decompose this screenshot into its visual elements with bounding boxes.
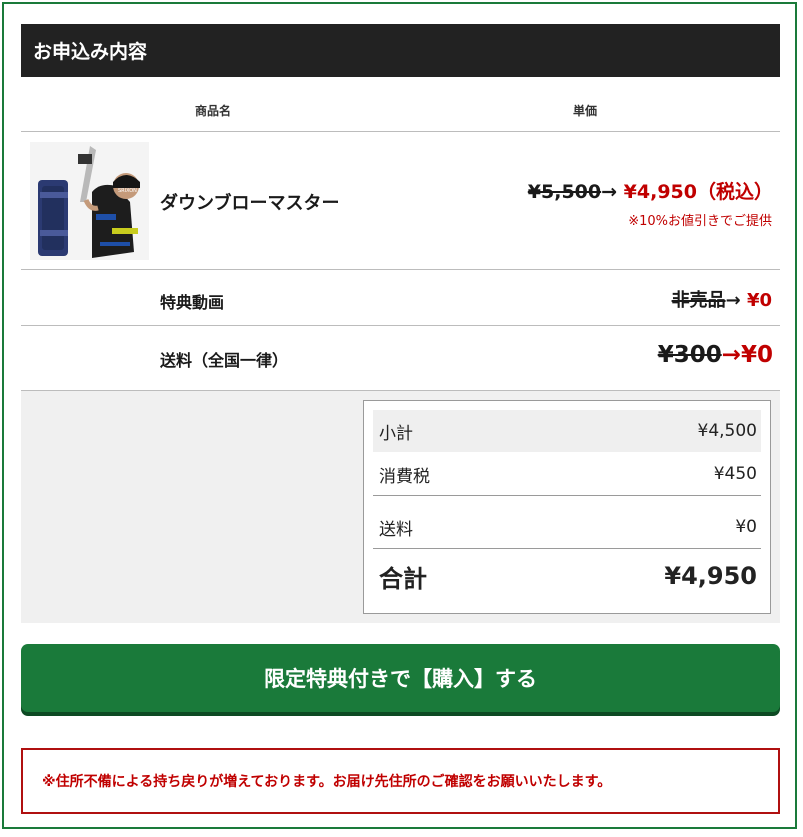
bonus-video-price: 非売品→ ¥0 <box>672 286 772 312</box>
price-arrow: → <box>721 342 741 368</box>
purchase-button[interactable]: 限定特典付きで【購入】する <box>21 644 780 712</box>
bonus-old-price: 非売品 <box>671 290 726 311</box>
total-value: ¥4,950 <box>664 562 757 590</box>
product-image-brand-text: SRIXON <box>118 188 137 194</box>
total-label: 合計 <box>379 564 427 593</box>
section-title: お申込み内容 <box>21 24 780 77</box>
product-new-price: ¥4,950（税込） <box>623 181 773 203</box>
summary-divider <box>373 495 761 496</box>
total-row: 合計 ¥4,950 <box>373 553 761 599</box>
divider <box>21 269 780 270</box>
price-arrow: → <box>601 181 618 203</box>
shipping-label: 送料（全国一律） <box>160 351 289 370</box>
shipping-summary-row: 送料 ¥0 <box>373 506 761 548</box>
subtotal-value: ¥4,500 <box>697 421 757 441</box>
address-warning-text: ※住所不備による持ち戻りが増えております。お届け先住所のご確認をお願いいたします… <box>42 774 612 790</box>
shipping-old-price: ¥300 <box>657 342 722 368</box>
tax-label: 消費税 <box>379 466 430 487</box>
bonus-new-price: ¥0 <box>746 290 772 311</box>
shipping-summary-value: ¥0 <box>735 517 757 537</box>
address-warning-box: ※住所不備による持ち戻りが増えております。お届け先住所のご確認をお願いいたします… <box>21 748 780 814</box>
bonus-video-label: 特典動画 <box>160 293 225 312</box>
column-header-product: 商品名 <box>195 104 232 118</box>
shipping-summary-label: 送料 <box>379 519 413 540</box>
divider <box>21 325 780 326</box>
discount-note: ※10%お値引きでご提供 <box>628 214 772 229</box>
price-arrow: → <box>725 290 747 311</box>
product-image: SRIXON <box>30 142 149 260</box>
summary-box: 小計 ¥4,500 消費税 ¥450 送料 ¥0 合計 ¥4,950 <box>363 400 771 614</box>
product-price: ¥5,500→ ¥4,950（税込） <box>528 177 773 204</box>
shipping-price: ¥300→¥0 <box>658 342 773 368</box>
product-old-price: ¥5,500 <box>527 181 602 203</box>
shipping-new-price: ¥0 <box>740 342 773 368</box>
divider <box>21 131 780 132</box>
subtotal-row: 小計 ¥4,500 <box>373 410 761 452</box>
product-name: ダウンブローマスター <box>160 193 340 214</box>
tax-row: 消費税 ¥450 <box>373 453 761 495</box>
column-header-unit-price: 単価 <box>573 104 598 118</box>
tax-value: ¥450 <box>713 464 757 484</box>
summary-divider <box>373 548 761 549</box>
subtotal-label: 小計 <box>379 423 413 444</box>
